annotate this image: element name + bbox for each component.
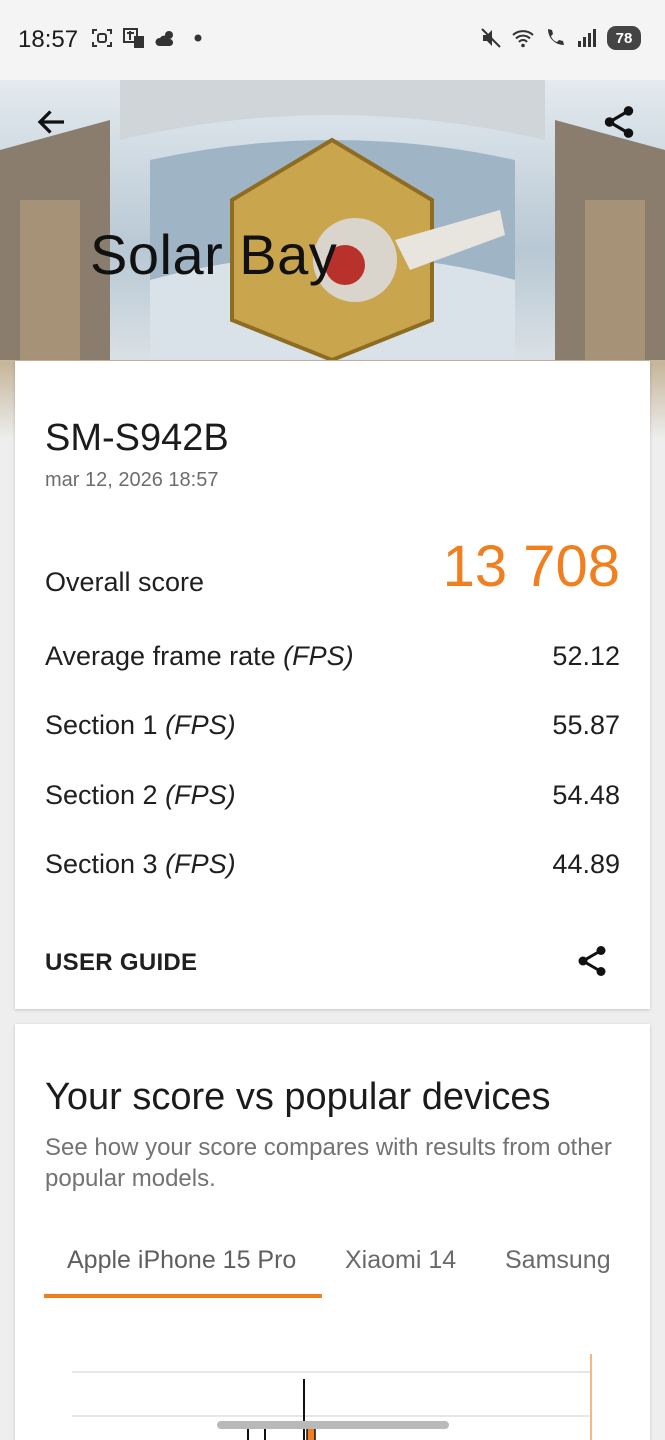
weather-icon — [155, 31, 174, 46]
tab-indicator — [44, 1294, 322, 1298]
tab-xiaomi-14[interactable]: Xiaomi 14 — [345, 1246, 456, 1275]
tab-apple-iphone-15-pro[interactable]: Apple iPhone 15 Pro — [67, 1246, 296, 1275]
metric-value: 44.89 — [552, 849, 620, 879]
page-title: Solar Bay — [90, 223, 338, 286]
mute-icon — [481, 28, 501, 48]
metric-row: Section 3 (FPS) 44.89 — [45, 849, 620, 889]
metric-value: 55.87 — [552, 710, 620, 740]
metric-label: Section 2 (FPS) — [45, 780, 236, 810]
user-guide-link[interactable]: USER GUIDE — [45, 949, 197, 977]
share-icon — [604, 106, 634, 138]
dot-icon — [194, 34, 202, 42]
metric-label: Section 1 (FPS) — [45, 710, 236, 740]
scroll-indicator[interactable] — [217, 1421, 449, 1429]
wifi-icon — [512, 30, 534, 48]
screenshot-icon — [92, 29, 112, 47]
wifi-calling-icon — [548, 29, 564, 45]
device-tabs: Apple iPhone 15 Pro Xiaomi 14 Samsung — [15, 1246, 650, 1302]
metric-row: Average frame rate (FPS) 52.12 — [45, 641, 620, 681]
result-card: SM-S942B mar 12, 2026 18:57 Overall scor… — [15, 361, 650, 1009]
metric-row: Section 2 (FPS) 54.48 — [45, 780, 620, 820]
result-date: mar 12, 2026 18:57 — [45, 469, 219, 491]
signal-icon — [578, 29, 596, 47]
header-share-button[interactable] — [595, 98, 643, 146]
metric-label: Average frame rate (FPS) — [45, 641, 354, 671]
status-bar: 18:57 78 — [0, 0, 665, 80]
compare-subtitle: See how your score compares with results… — [45, 1134, 612, 1192]
overall-score-label: Overall score — [45, 567, 205, 597]
back-button[interactable] — [28, 98, 76, 146]
translate-icon — [123, 28, 144, 48]
status-icons-right: 78 — [479, 26, 641, 50]
status-time: 18:57 — [18, 26, 79, 53]
overall-score-value: 13 708 — [442, 534, 620, 599]
compare-title: Your score vs popular devices — [45, 1076, 551, 1118]
device-name: SM-S942B — [45, 417, 229, 459]
metric-value: 52.12 — [552, 641, 620, 671]
status-icons-left — [90, 26, 210, 50]
tab-samsung[interactable]: Samsung — [505, 1246, 611, 1275]
share-icon — [578, 946, 606, 976]
metric-row: Section 1 (FPS) 55.87 — [45, 710, 620, 750]
compare-card: Your score vs popular devices See how yo… — [15, 1024, 650, 1440]
metric-value: 54.48 — [552, 780, 620, 810]
result-share-button[interactable] — [572, 941, 612, 981]
arrow-left-icon — [37, 110, 64, 134]
battery-icon: 78 — [607, 26, 641, 50]
metric-label: Section 3 (FPS) — [45, 849, 236, 879]
